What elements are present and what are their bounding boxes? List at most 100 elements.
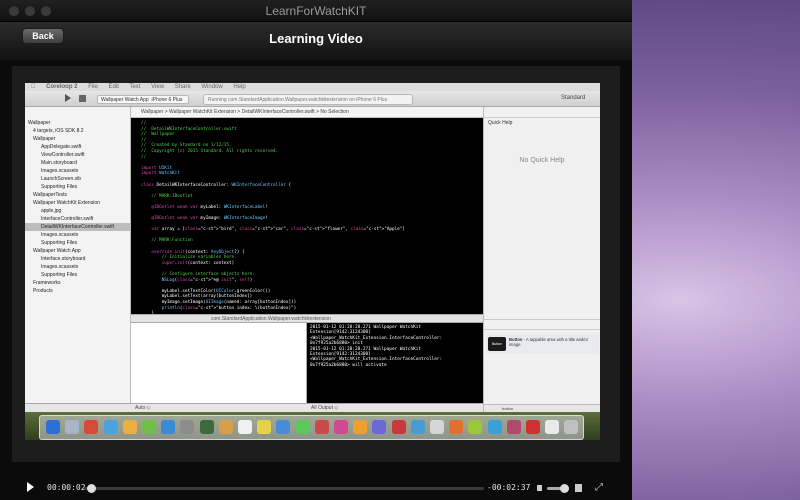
run-icon [65,94,71,102]
source-code: // // DetailWKInterfaceController.swift … [141,121,405,314]
dock-app-icon [276,420,291,434]
xcode-menubar:  Coreloop 2 File Edit Text View Share W… [25,83,600,91]
console-output: 2015-01-12 01:28:28.271 Wallpaper WatchK… [307,323,483,403]
dock-app-icon [218,420,233,434]
nav-item: Wallpaper [33,136,56,142]
dock-app-icon [84,420,99,434]
player-controls: 00:00:02 -00:02:37 ⤢ [12,478,612,498]
dock-app-icon [526,420,540,434]
nav-item: Main.storyboard [41,160,77,166]
dock-app-icon [46,420,60,434]
nav-header: Back Learning Video [0,22,632,60]
menu-window: Window [195,84,222,90]
code-editor: // // DetailWKInterfaceController.swift … [131,118,483,314]
nav-item: Images.xcassets [41,264,79,270]
dock-app-icon [65,420,80,434]
nav-item: apple.jpg [41,208,62,214]
dock-app-icon [180,420,195,434]
editor-mode-label: Standard [561,95,586,101]
nav-item: Wallpaper [28,120,51,126]
nav-item: Wallpaper Watch App [33,248,81,254]
dock-app-icon [410,420,425,434]
dock-app-icon [353,420,368,434]
page-title: Learning Video [269,31,363,46]
menu-help: Help [227,84,245,90]
scheme-selector: Wallpaper Watch App iPhone 6 Plus [97,95,189,104]
nav-item: Supporting Files [41,272,78,278]
menu-share: Share [168,84,191,90]
dock-app-icon [487,420,502,434]
volume-high-icon [575,484,582,492]
dock-app-icon [257,420,272,434]
nav-item: Images.xcassets [41,232,79,238]
menu-app: Coreloop 2 [40,84,77,90]
nav-item: ViewController.swift [41,152,85,158]
title-bar: LearnForWatchKIT [0,0,632,22]
nav-item: Wallpaper WatchKit Extension [33,200,100,206]
dock-app-icon [545,420,560,434]
project-navigator: Wallpaper 4 targets, iOS SDK 8.2 Wallpaper… [25,107,131,407]
nav-item: InterfaceController.swift [41,216,94,222]
dock-app-icon [161,420,176,434]
debug-bottom-bar: Auto ◇ All Output ◇ [131,403,483,412]
utilities-inspector: Quick Help No Quick Help Button Button -… [483,107,600,412]
volume-knob[interactable] [559,484,569,493]
dock-app-icon [295,420,310,434]
dock-app-icon [564,420,579,434]
dock-app-icon [372,420,387,434]
dock-app-icon [391,420,406,434]
nav-item: Interface.storyboard [41,256,86,262]
library-filter: button [484,404,600,412]
nav-item: LaunchScreen.xib [41,176,82,182]
dock-app-icon [238,420,252,434]
nav-item: 4 targets, iOS SDK 8.2 [33,128,84,134]
debug-bar: com.StandardApplication.Wallpaper.watchk… [131,314,483,323]
quick-help-title: Quick Help [488,120,513,126]
file-tree: Wallpaper 4 targets, iOS SDK 8.2 Wallpaper… [25,107,130,295]
console-text: 2015-01-12 01:28:28.271 Wallpaper WatchK… [310,325,443,368]
library-item-button: Button Button - A tappable area with a t… [486,334,599,354]
menu-file: File [82,84,98,90]
dock-app-icon [468,420,483,434]
progress-knob[interactable] [87,484,97,493]
navigator-filter-bar [25,403,131,412]
menu-text: Text [123,84,140,90]
current-time: 00:00:02 [47,483,86,492]
menu-edit: Edit [102,84,119,90]
inspector-tabs [484,107,600,118]
nav-item: AppDelegate.swift [41,144,82,150]
remaining-time: -00:02:37 [487,483,531,492]
progress-track[interactable] [84,487,484,490]
button-thumbnail: Button [488,337,506,351]
nav-item: Frameworks [33,280,61,286]
library-item-description: Button - A tappable area with a title an… [509,337,589,347]
window-title: LearnForWatchKIT [265,4,367,18]
dock [39,415,584,440]
library-tabs [484,319,600,330]
dock-app-icon [449,420,464,434]
nav-item: Products [33,288,53,294]
nav-item: WallpaperTests [33,192,67,198]
activity-status: Running com.StandardApplication.Wallpape… [203,94,413,105]
nav-item: Supporting Files [41,240,78,246]
dock-app-icon [142,420,156,434]
volume-low-icon [537,485,542,491]
video-frame:  Coreloop 2 File Edit Text View Share W… [25,83,600,440]
nav-item: DetailWKInterfaceController.swift [25,223,130,231]
fullscreen-icon[interactable]: ⤢ [595,483,605,493]
dock-app-icon [506,420,521,434]
xcode-toolbar: Wallpaper Watch App iPhone 6 Plus Runnin… [25,91,600,107]
jump-bar: Wallpaper > Wallpaper WatchKit Extension… [131,107,483,118]
dock-app-icon [199,420,214,434]
stop-icon [79,95,86,102]
dock-app-icon [103,420,118,434]
nav-item: Supporting Files [41,184,78,190]
dock-app-icon [334,420,348,434]
menu-view: View [144,84,164,90]
dock-app-icon [314,420,329,434]
dock-app-icon [430,420,444,434]
variables-view [131,323,307,403]
play-icon[interactable] [27,482,34,492]
no-quick-help-label: No Quick Help [519,157,565,164]
nav-item: Images.xcassets [41,168,79,174]
